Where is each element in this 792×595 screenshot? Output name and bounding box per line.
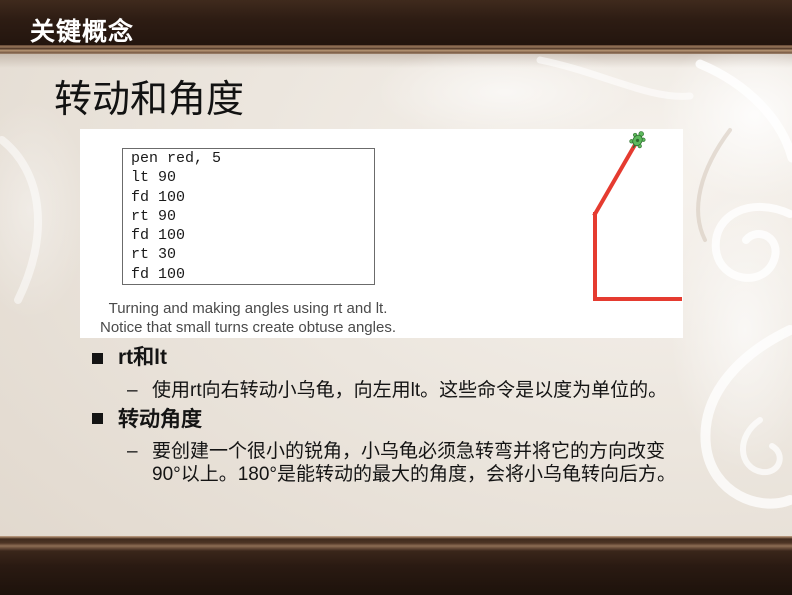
pen-stroke: [592, 137, 641, 217]
square-bullet-icon: [92, 413, 103, 424]
slide: 关键概念 转动和角度 pen red, 5 lt 90 fd 100 rt 90…: [0, 0, 792, 595]
header-stripe: [0, 45, 792, 54]
figure-panel: pen red, 5 lt 90 fd 100 rt 90 fd 100 rt …: [80, 129, 683, 338]
background-glow: [670, 190, 792, 470]
square-bullet-icon: [92, 353, 103, 364]
background-glow: [375, 44, 635, 140]
sub-bullet-line: 使用rt向右转动小乌龟，向左用lt。这些命令是以度为单位的。: [152, 380, 668, 401]
header-bar: 关键概念: [0, 0, 792, 46]
background-glow: [0, 100, 90, 320]
footer-bar: [0, 536, 792, 595]
sub-bullet-line: 90°以上。180°是能转动的最大的角度，会将小乌龟转向后方。: [152, 464, 677, 485]
sub-bullet-text: 使用rt向右转动小乌龟，向左用lt。这些命令是以度为单位的。: [152, 379, 667, 402]
sub-bullet-text: 要创建一个很小的锐角，小乌龟必须急转弯并将它的方向改变 90°以上。180°是能…: [152, 440, 676, 486]
turtle-icon: [629, 131, 646, 149]
turtle-drawing: [592, 131, 682, 301]
sub-bullet-dash: –: [127, 441, 138, 462]
bullet-heading: 转动角度: [118, 408, 202, 431]
pen-path: [592, 137, 682, 301]
sub-bullet-dash: –: [127, 380, 138, 401]
sub-bullet-line: 要创建一个很小的锐角，小乌龟必须急转弯并将它的方向改变: [152, 441, 666, 462]
bullet-heading: rt和lt: [118, 346, 167, 369]
slide-title: 转动和角度: [54, 79, 245, 121]
section-title: 关键概念: [30, 18, 135, 46]
